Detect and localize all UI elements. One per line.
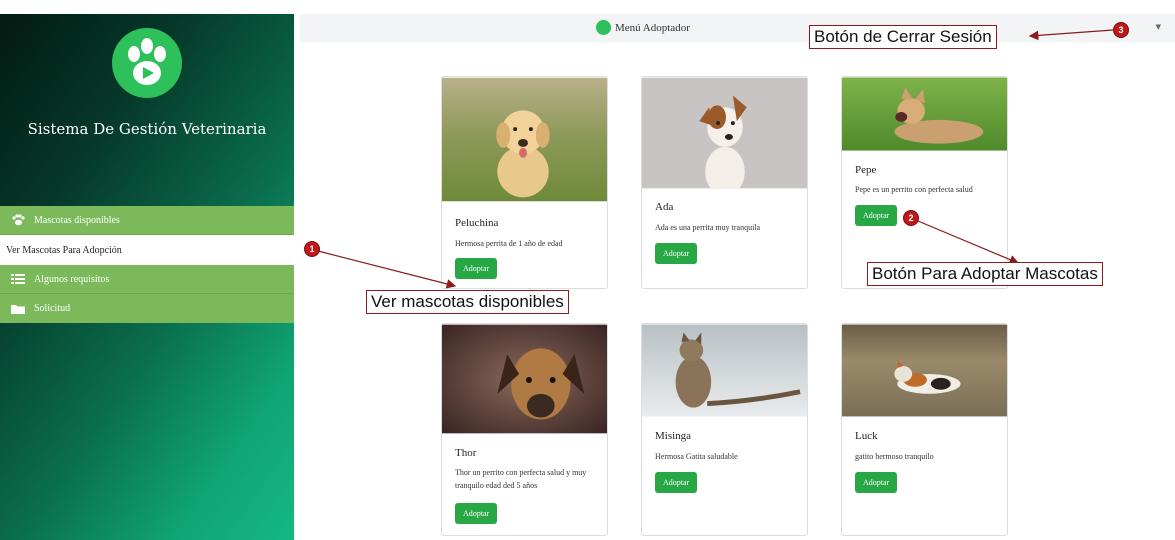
pet-photo [442,324,607,434]
pet-description: Thor un perrito con perfecta salud y muy… [455,468,587,490]
pet-name: Ada [655,201,674,213]
pet-photo [842,77,1007,151]
pet-card: Ada Ada es una perrita muy tranquila Ado… [641,76,808,289]
pet-card: Misinga Hermosa Gatita saludable Adoptar [641,323,808,536]
folder-icon [10,302,26,316]
pet-photo [842,324,1007,417]
pet-description: Ada es una perrita muy tranquila [655,223,761,232]
sidebar-item-label: Solicitud [34,303,71,314]
pet-card: Pepe Pepe es un perrito con perfecta sal… [841,76,1008,289]
sidebar-item-label: Ver Mascotas Para Adopción [6,244,122,256]
adopt-button[interactable]: Adoptar [455,258,498,279]
sidebar: Sistema De Gestión Veterinaria Mascotas … [0,14,294,540]
annotation-arrow-1 [317,250,457,289]
annotation-label-3: Botón de Cerrar Sesión [809,25,997,49]
top-bar: Menú Adoptador ▼ [300,14,1175,42]
pet-description: Hermosa Gatita saludable [655,452,738,461]
adopt-button[interactable]: Adoptar [855,205,898,226]
pet-description: Pepe es un perrito con perfecta salud [855,185,973,194]
sidebar-item-solicitud[interactable]: Solicitud [0,294,294,323]
pet-description: gatito hermoso tranquilo [855,452,934,461]
pet-card: Peluchina Hermosa perrita de 1 año de ed… [441,76,608,289]
menu-title: Menú Adoptador [596,20,690,35]
paw-icon [10,213,26,227]
pet-name: Peluchina [455,217,499,229]
annotation-number-3: 3 [1113,22,1129,38]
pet-name: Misinga [655,430,692,442]
sidebar-item-algunos-requisitos[interactable]: Algunos requisitos [0,265,294,294]
pet-photo [642,77,807,189]
pet-photo [442,77,607,202]
pet-card: Thor Thor un perrito con perfecta salud … [441,323,608,536]
pet-photo [642,324,807,417]
menu-title-text: Menú Adoptador [615,21,690,34]
pet-name: Pepe [855,164,877,176]
user-dropdown-caret-icon[interactable]: ▼ [1156,23,1161,31]
sidebar-item-label: Algunos requisitos [34,273,110,285]
pet-name: Luck [855,430,878,442]
logo-paw-icon [112,28,182,98]
list-icon [10,272,26,286]
annotation-label-2: Botón Para Adoptar Mascotas [867,262,1103,286]
adopt-button[interactable]: Adoptar [855,472,898,493]
annotation-label-1: Ver mascotas disponibles [366,290,569,314]
sidebar-subitem-ver-mascotas[interactable]: Ver Mascotas Para Adopción [0,235,294,265]
sidebar-item-mascotas-disponibles[interactable]: Mascotas disponibles [0,206,294,235]
pet-description: Hermosa perrita de 1 año de edad [455,239,563,248]
sidebar-item-label: Mascotas disponibles [34,214,120,226]
adopt-button[interactable]: Adoptar [655,243,698,264]
adopt-button[interactable]: Adoptar [655,472,698,493]
adopt-button[interactable]: Adoptar [455,503,498,524]
brand-title: Sistema De Gestión Veterinaria [27,120,267,138]
pet-name: Thor [455,447,477,459]
annotation-number-2: 2 [903,210,919,226]
pet-card: Luck gatito hermoso tranquilo Adoptar [841,323,1008,536]
annotation-number-1: 1 [304,241,320,257]
logo-small-icon [596,20,611,35]
